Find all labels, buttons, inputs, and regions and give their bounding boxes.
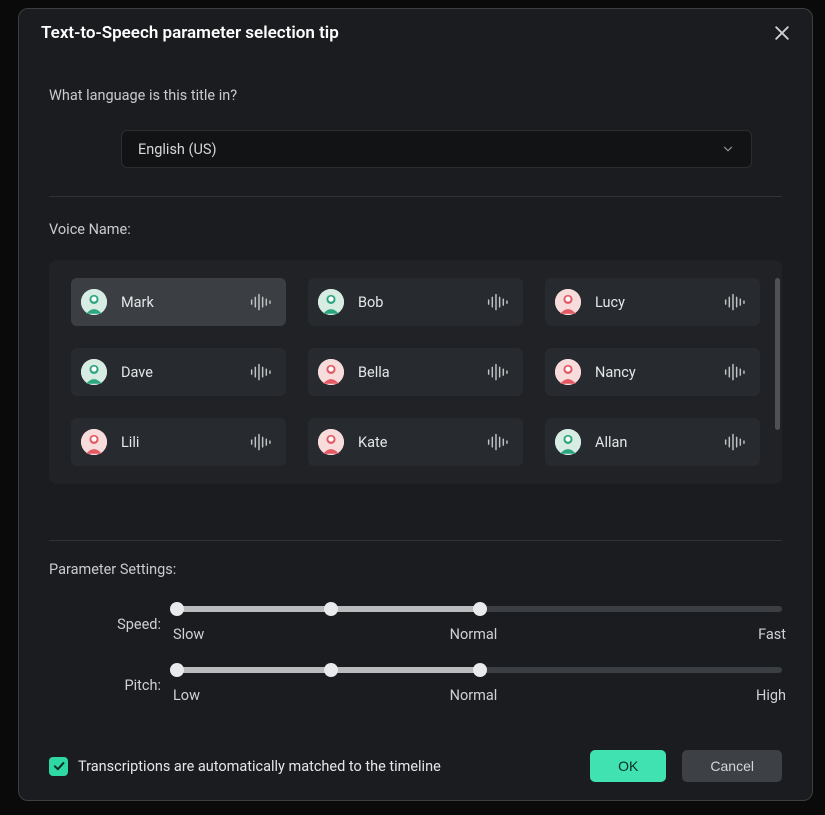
voice-card-dave[interactable]: Dave <box>71 348 286 396</box>
waveform-icon[interactable] <box>250 433 272 451</box>
waveform-icon[interactable] <box>724 363 746 381</box>
voice-card-bella[interactable]: Bella <box>308 348 523 396</box>
scrollbar-thumb[interactable] <box>775 278 780 430</box>
tts-dialog: Text-to-Speech parameter selection tip W… <box>18 8 813 801</box>
avatar-icon <box>555 289 581 315</box>
dialog-header: Text-to-Speech parameter selection tip <box>19 9 812 51</box>
language-select[interactable]: English (US) <box>121 130 752 168</box>
voice-name-label: Bella <box>358 364 390 381</box>
voice-label: Voice Name: <box>49 221 782 238</box>
pitch-slider[interactable]: Low Normal High <box>177 667 782 704</box>
voice-name-label: Dave <box>121 364 153 381</box>
speed-tick-low: Slow <box>173 626 204 643</box>
dialog-title: Text-to-Speech parameter selection tip <box>41 23 339 43</box>
slider-knob-start[interactable] <box>170 602 184 616</box>
voice-name-label: Nancy <box>595 364 636 381</box>
close-icon[interactable] <box>772 23 792 43</box>
voice-name-label: Allan <box>595 434 627 451</box>
pitch-tick-high: High <box>756 687 786 704</box>
speed-label: Speed: <box>49 616 177 633</box>
voice-card-lucy[interactable]: Lucy <box>545 278 760 326</box>
auto-match-label: Transcriptions are automatically matched… <box>78 758 441 775</box>
pitch-label: Pitch: <box>49 677 177 694</box>
pitch-tick-low: Low <box>173 687 200 704</box>
waveform-icon[interactable] <box>487 293 509 311</box>
avatar-icon <box>555 359 581 385</box>
voice-name-label: Bob <box>358 294 383 311</box>
slider-tick-knob <box>324 663 338 677</box>
avatar-icon <box>81 359 107 385</box>
divider <box>49 540 782 541</box>
waveform-icon[interactable] <box>487 433 509 451</box>
dialog-footer: Transcriptions are automatically matched… <box>19 734 812 800</box>
voice-card-allan[interactable]: Allan <box>545 418 760 466</box>
avatar-icon <box>81 289 107 315</box>
voice-card-mark[interactable]: Mark <box>71 278 286 326</box>
voice-card-nancy[interactable]: Nancy <box>545 348 760 396</box>
speed-slider[interactable]: Slow Normal Fast <box>177 606 782 643</box>
chevron-down-icon <box>721 142 735 156</box>
pitch-tick-mid: Normal <box>450 687 498 704</box>
voice-grid: Mark Bob Lucy <box>49 260 782 484</box>
waveform-icon[interactable] <box>250 363 272 381</box>
slider-tick-knob <box>324 602 338 616</box>
waveform-icon[interactable] <box>724 433 746 451</box>
speed-tick-high: Fast <box>758 626 786 643</box>
parameter-settings-label: Parameter Settings: <box>49 561 782 578</box>
avatar-icon <box>318 359 344 385</box>
ok-button[interactable]: OK <box>590 750 666 782</box>
voice-name-label: Lili <box>121 434 139 451</box>
cancel-button[interactable]: Cancel <box>682 750 782 782</box>
language-selected-value: English (US) <box>138 141 217 158</box>
voice-name-label: Lucy <box>595 294 625 311</box>
slider-knob[interactable] <box>473 602 487 616</box>
language-label: What language is this title in? <box>49 87 782 104</box>
waveform-icon[interactable] <box>724 293 746 311</box>
slider-knob[interactable] <box>473 663 487 677</box>
waveform-icon[interactable] <box>487 363 509 381</box>
avatar-icon <box>318 289 344 315</box>
avatar-icon <box>555 429 581 455</box>
slider-knob-start[interactable] <box>170 663 184 677</box>
auto-match-checkbox[interactable] <box>49 757 68 776</box>
voice-card-bob[interactable]: Bob <box>308 278 523 326</box>
waveform-icon[interactable] <box>250 293 272 311</box>
avatar-icon <box>81 429 107 455</box>
voice-name-label: Mark <box>121 294 154 311</box>
voice-card-kate[interactable]: Kate <box>308 418 523 466</box>
divider <box>49 196 782 197</box>
avatar-icon <box>318 429 344 455</box>
voice-name-label: Kate <box>358 434 387 451</box>
voice-card-lili[interactable]: Lili <box>71 418 286 466</box>
speed-tick-mid: Normal <box>450 626 498 643</box>
